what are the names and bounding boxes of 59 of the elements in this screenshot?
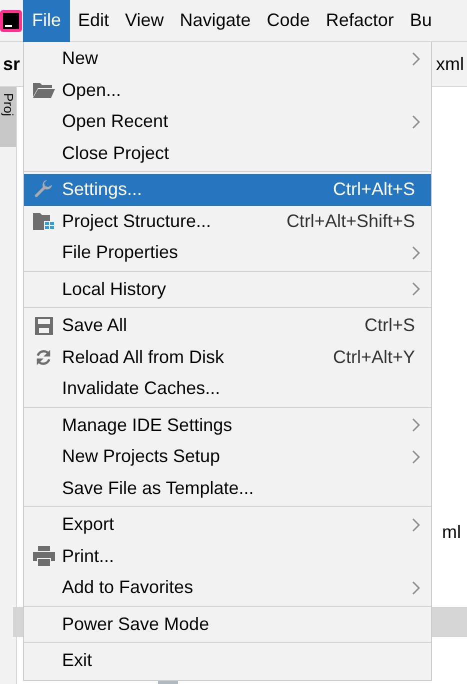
menu-item-label: Open Recent [62,111,168,132]
file-name: ml [442,522,461,543]
menu-item-label: Close Project [62,142,170,164]
menu-item-label: Power Save Mode [62,614,210,635]
menu-item-label: Reload All from Disk [62,346,224,368]
menu-item-label: Save All [62,315,128,336]
menu-item[interactable]: Invalidate Caches... [24,373,431,404]
menu-item-label: Save File as Template... [62,478,254,499]
editor-tab-text[interactable]: xml [436,54,464,74]
menu-item-label: Project Structure... [62,210,212,232]
menu-item[interactable]: Exit [24,645,431,676]
menu-item[interactable]: Open Recent [24,106,431,138]
menu-bar-item[interactable]: Edit [70,0,118,42]
project-tab[interactable]: Proj [0,87,16,147]
menu-item[interactable]: Manage IDE Settings [24,410,431,441]
menu-item[interactable]: Power Save Mode [24,608,431,640]
menu-item-label: Open... [62,80,122,101]
menu-item-label: Add to Favorites [62,577,194,598]
shortcut-text: Ctrl+S [364,315,416,336]
menu-item[interactable]: Close Project [24,138,431,169]
menu-bar-item[interactable]: Refactor [318,0,402,42]
menu-item[interactable]: Add to Favorites [24,572,431,604]
menu-bar-item[interactable]: File [23,0,70,42]
menu-item-label: File Properties [62,242,178,264]
menu-item-label: New Projects Setup [62,446,220,468]
reload-icon [34,348,53,367]
menu-item[interactable]: Export [24,509,431,540]
menu-item[interactable]: Settings... Ctrl+Alt+S [24,174,431,206]
menu-item[interactable]: Project Structure... Ctrl+Alt+Shift+S [24,206,431,237]
menu-item[interactable]: Print... [24,540,431,572]
menu-item-label: Exit [62,650,92,672]
menu-item[interactable]: Save File as Template... [24,472,431,504]
menu-item[interactable]: Local History [24,274,431,305]
menu-item[interactable]: File Properties [24,237,431,268]
menu-item[interactable]: New Projects Setup [24,441,431,472]
menu-bar-item[interactable]: View [117,0,172,42]
menu-item[interactable]: Open... [24,74,431,106]
menu-item[interactable]: Reload All from Disk Ctrl+Alt+Y [24,342,431,373]
menu-bar-item[interactable]: Navigate [172,0,259,42]
editor-tab-text[interactable]: sr [3,54,20,74]
menu-bar-item[interactable]: Bu [402,0,440,42]
menu-item-label: Print... [62,546,114,567]
folder-icon [32,82,54,98]
folder-grid-icon [32,212,54,230]
shortcut-text: Ctrl+Alt+S [332,179,416,200]
menu-item-label: Export [62,514,114,536]
menu-item-label: Settings... [62,179,142,200]
menu-item[interactable]: Save All Ctrl+S [24,310,431,342]
shortcut-text: Ctrl+Alt+Shift+S [286,210,416,232]
menu-bar-item[interactable]: Code [258,0,318,42]
shortcut-text: Ctrl+Alt+Y [332,346,416,368]
wrench-icon [34,180,54,200]
printer-icon [32,546,54,566]
menu-item-label: Manage IDE Settings [62,414,232,436]
menu-item-label: Invalidate Caches... [62,378,220,400]
app-logo-icon[interactable] [0,10,22,32]
menu-item[interactable]: New [24,43,431,74]
menu-item-label: New [62,48,98,70]
menu-item-label: Local History [62,278,166,300]
